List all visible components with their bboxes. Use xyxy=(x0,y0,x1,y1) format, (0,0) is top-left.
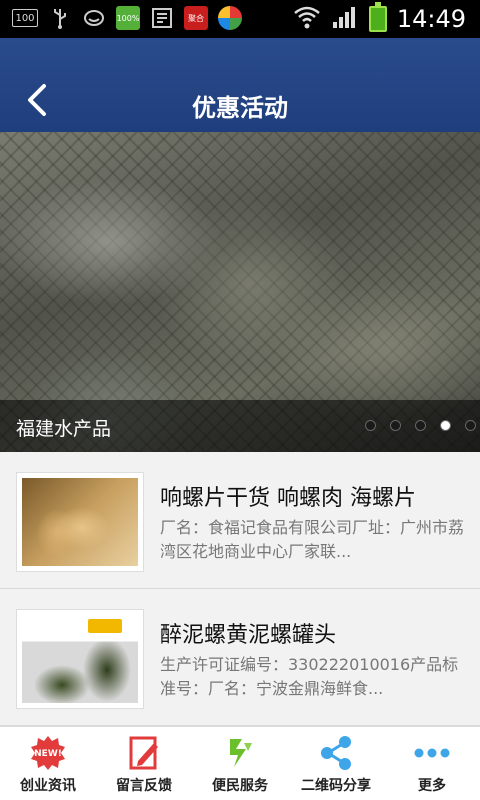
item-title: 醉泥螺黄泥螺罐头 xyxy=(160,623,337,648)
nav-item-feedback[interactable]: 留言反馈 xyxy=(96,727,192,800)
nav-item-qr-share[interactable]: 二维码分享 xyxy=(288,727,384,800)
banner-caption: 福建水产品 xyxy=(16,418,112,440)
pay-icon: 聚合 xyxy=(184,6,208,30)
carousel-dot[interactable] xyxy=(465,420,476,431)
more-dots-icon xyxy=(414,748,450,758)
battery-100-icon: 100% xyxy=(116,6,140,30)
carousel-dot[interactable] xyxy=(415,420,426,431)
bottom-nav: NEW! 创业资讯 留言反馈 便民服务 二维码分享 更多 xyxy=(0,726,480,800)
carousel-dot[interactable] xyxy=(390,420,401,431)
app-header: 优惠活动 xyxy=(0,38,480,132)
banner-carousel[interactable]: 福建水产品 xyxy=(0,132,480,452)
nav-label: 留言反馈 xyxy=(116,778,172,794)
list-item[interactable]: 响螺片干货 响螺肉 海螺片 厂名：食福记食品有限公司厂址：广州市荔湾区花地商业中… xyxy=(0,452,480,589)
status-right-icons: 14:49 xyxy=(293,2,466,34)
page-title: 优惠活动 xyxy=(192,94,288,122)
service-icon xyxy=(230,739,252,767)
nav-item-startup-news[interactable]: NEW! 创业资讯 xyxy=(0,727,96,800)
item-description: 厂名：食福记食品有限公司厂址：广州市荔湾区花地商业中心厂家联... xyxy=(160,518,465,561)
nav-label: 更多 xyxy=(418,778,446,794)
pen-note-icon xyxy=(129,736,158,770)
app-store-icon xyxy=(218,6,242,30)
clock: 14:49 xyxy=(396,5,466,33)
product-thumbnail xyxy=(16,609,144,709)
carousel-dot-active[interactable] xyxy=(440,420,451,431)
new-badge-icon: NEW! xyxy=(31,736,65,770)
banner-caption-bar: 福建水产品 xyxy=(0,400,480,452)
hdd-100-icon: 100 xyxy=(12,9,38,27)
battery-icon xyxy=(368,2,387,32)
product-thumbnail xyxy=(16,472,144,572)
nav-label: 便民服务 xyxy=(212,778,268,794)
status-bar: 100 100% 聚合 14:49 xyxy=(0,0,480,38)
face-icon xyxy=(82,6,106,30)
nav-label: 创业资讯 xyxy=(20,778,76,794)
usb-icon xyxy=(48,6,72,30)
nav-item-services[interactable]: 便民服务 xyxy=(192,727,288,800)
share-icon xyxy=(321,736,351,770)
list-item[interactable]: 醉泥螺黄泥螺罐头 生产许可证编号：330222010016产品标准号：厂名：宁波… xyxy=(0,589,480,726)
item-description: 生产许可证编号：330222010016产品标准号：厂名：宁波金鼎海鲜食... xyxy=(160,655,459,698)
svg-text:NEW!: NEW! xyxy=(34,749,62,759)
wifi-icon xyxy=(293,4,321,34)
nav-item-more[interactable]: 更多 xyxy=(384,727,480,800)
carousel-dot[interactable] xyxy=(365,420,376,431)
news-icon xyxy=(150,6,174,30)
signal-icon xyxy=(331,4,359,34)
status-left-icons: 100 100% 聚合 xyxy=(12,6,242,30)
item-title: 响螺片干货 响螺肉 海螺片 xyxy=(160,486,416,511)
nav-label: 二维码分享 xyxy=(301,778,371,794)
carousel-dots xyxy=(365,420,476,431)
